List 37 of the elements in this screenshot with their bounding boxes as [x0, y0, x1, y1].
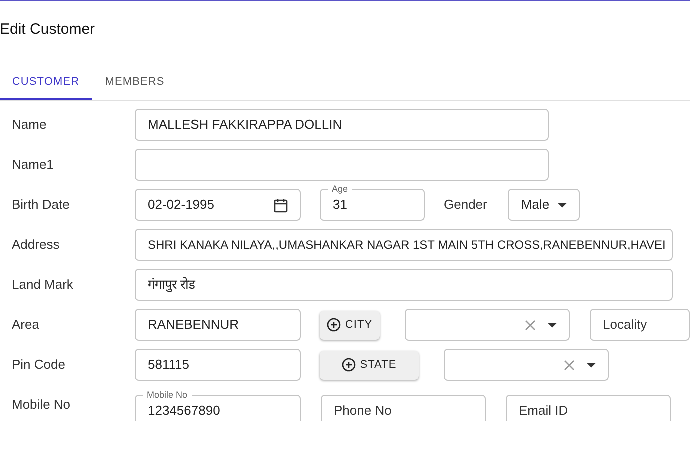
- date-field[interactable]: 02-02-1995: [135, 189, 301, 221]
- text-field[interactable]: SHRI KANAKA NILAYA,,UMASHANKAR NAGAR 1ST MAIN 5TH CROSS,RANEBENNUR,HAVEI: [135, 229, 673, 261]
- field-label: Mobile No: [11, 396, 72, 414]
- plus-circle-icon: [327, 318, 342, 332]
- field-label: Name: [11, 116, 48, 134]
- close-icon[interactable]: [564, 360, 575, 370]
- text-field[interactable]: 581115: [135, 349, 301, 381]
- caret-icon: [587, 362, 596, 368]
- text-field[interactable]: Phone No: [321, 395, 486, 421]
- text-field[interactable]: RANEBENNUR: [135, 309, 301, 341]
- field-label: Address: [11, 236, 61, 254]
- select-field[interactable]: [405, 309, 570, 341]
- field-label: Pin Code: [11, 356, 66, 374]
- caret-icon: [548, 322, 557, 328]
- text-field[interactable]: गंगापुर रोड: [135, 269, 673, 301]
- floating-label: Age: [328, 183, 352, 195]
- field-label: Area: [11, 316, 40, 334]
- tab[interactable]: MEMBERS: [92, 66, 178, 100]
- gender-select[interactable]: Male: [508, 189, 580, 221]
- dialog-title: Edit Customer: [0, 20, 96, 40]
- tab[interactable]: CUSTOMER: [0, 66, 92, 100]
- field-label: Birth Date: [11, 196, 71, 214]
- text-field[interactable]: Locality: [590, 309, 690, 341]
- close-icon[interactable]: [525, 320, 536, 330]
- calendar-icon[interactable]: [274, 198, 288, 212]
- field-label: Gender: [444, 196, 488, 214]
- field-label: Land Mark: [11, 276, 74, 294]
- field-label: Name1: [11, 156, 55, 174]
- text-field[interactable]: [135, 149, 549, 181]
- add-button[interactable]: CITY: [320, 310, 380, 340]
- add-button[interactable]: STATE: [320, 350, 419, 380]
- plus-circle-icon: [342, 358, 356, 372]
- caret-icon: [558, 202, 568, 208]
- text-field[interactable]: Email ID: [506, 395, 671, 421]
- select-field[interactable]: [444, 349, 609, 381]
- text-field[interactable]: MALLESH FAKKIRAPPA DOLLIN: [135, 109, 549, 141]
- floating-label: Mobile No: [143, 389, 192, 401]
